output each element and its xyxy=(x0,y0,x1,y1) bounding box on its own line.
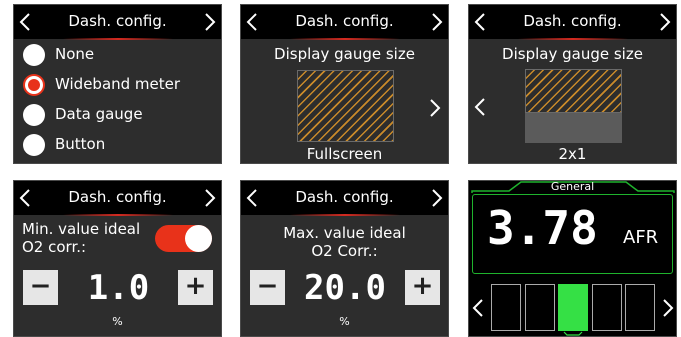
toggle-knob xyxy=(185,225,212,252)
size-label: 2x1 xyxy=(558,145,587,163)
setting-label-line2: O2 corr.: xyxy=(22,238,87,256)
chevron-right-icon[interactable] xyxy=(428,98,442,118)
radio-button-selected[interactable] xyxy=(23,74,45,96)
screen-gauge-type: Dash. config. None Wideband meter Data g… xyxy=(13,4,222,164)
header-title: Dash. config. xyxy=(523,12,622,30)
header-accent-line xyxy=(289,214,400,216)
screen-max-value: Dash. config. Max. value ideal O2 Corr.:… xyxy=(240,180,449,337)
header-bar: Dash. config. xyxy=(241,181,448,216)
gauge-size-empty-area xyxy=(525,113,622,143)
header-title: Dash. config. xyxy=(68,12,167,30)
header-bar: Dash. config. xyxy=(241,5,448,40)
active-segment-marker xyxy=(563,331,583,336)
value-display: 1.0 xyxy=(87,268,150,308)
unit-label: % xyxy=(112,315,123,328)
setting-label-line1: Max. value ideal xyxy=(283,224,406,242)
chevron-right-icon[interactable] xyxy=(203,188,217,208)
unit-label: % xyxy=(339,315,350,328)
header-bar: Dash. config. xyxy=(14,181,221,216)
enable-toggle[interactable] xyxy=(155,225,212,252)
gauge-segment-active xyxy=(558,284,588,331)
header-title: Dash. config. xyxy=(295,12,394,30)
header-accent-line xyxy=(62,38,173,40)
radio-button[interactable] xyxy=(23,134,45,156)
header-accent-line xyxy=(517,38,628,40)
decrement-button[interactable]: − xyxy=(250,270,285,305)
gauge-size-preview xyxy=(525,69,622,113)
screen-gauge-size-fullscreen: Dash. config. Display gauge size Fullscr… xyxy=(240,4,449,164)
screen-wideband-gauge: General 3.78 AFR xyxy=(468,180,677,337)
gauge-title: General xyxy=(550,180,595,193)
option-label: Wideband meter xyxy=(55,75,181,93)
chevron-right-icon[interactable] xyxy=(661,298,675,318)
screen-min-value: Dash. config. Min. value ideal O2 corr.:… xyxy=(13,180,222,337)
increment-button[interactable]: + xyxy=(405,270,440,305)
setting-label: Min. value ideal O2 corr.: xyxy=(22,220,140,256)
subtitle: Display gauge size xyxy=(274,45,415,63)
header-title: Dash. config. xyxy=(295,188,394,206)
setting-label-line2: O2 Corr.: xyxy=(311,242,378,260)
header-accent-line xyxy=(289,38,400,40)
option-label: Data gauge xyxy=(55,105,143,123)
chevron-left-icon[interactable] xyxy=(471,298,485,318)
header-bar: Dash. config. xyxy=(14,5,221,40)
radio-button[interactable] xyxy=(23,44,45,66)
increment-button[interactable]: + xyxy=(178,270,213,305)
header-title: Dash. config. xyxy=(68,188,167,206)
value-display: 20.0 xyxy=(304,268,386,308)
header-accent-line xyxy=(62,214,173,216)
chevron-right-icon[interactable] xyxy=(203,12,217,32)
header-bar: Dash. config. xyxy=(469,5,676,40)
chevron-right-icon[interactable] xyxy=(430,12,444,32)
subtitle: Display gauge size xyxy=(502,45,643,63)
gauge-size-preview xyxy=(297,70,394,142)
chevron-right-icon[interactable] xyxy=(658,12,672,32)
screen-gauge-size-2x1: Dash. config. Display gauge size 2x1 xyxy=(468,4,677,164)
gauge-unit: AFR xyxy=(623,227,659,248)
setting-label-line1: Min. value ideal xyxy=(22,220,141,238)
size-label: Fullscreen xyxy=(306,145,383,163)
option-label: Button xyxy=(55,135,106,153)
gauge-segment xyxy=(524,284,555,331)
gauge-segment xyxy=(625,284,655,331)
gauge-segment xyxy=(591,284,622,331)
chevron-left-icon[interactable] xyxy=(473,97,487,117)
decrement-button[interactable]: − xyxy=(23,270,58,305)
gauge-value: 3.78 xyxy=(487,201,598,255)
radio-button[interactable] xyxy=(23,104,45,126)
setting-label: Max. value ideal O2 Corr.: xyxy=(241,224,448,260)
chevron-right-icon[interactable] xyxy=(430,188,444,208)
gauge-segment xyxy=(491,284,521,331)
option-label: None xyxy=(55,45,95,63)
